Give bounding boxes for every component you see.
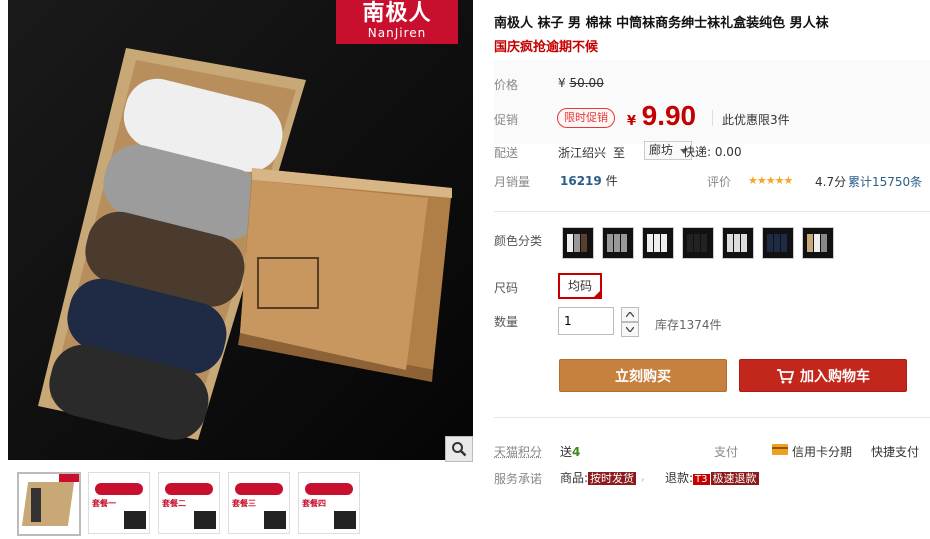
brand-logo-cn: 南极人 bbox=[362, 0, 432, 26]
on-time-delivery-badge[interactable]: 按时发货 bbox=[588, 472, 637, 485]
thumbnail-banner bbox=[95, 483, 143, 495]
add-to-cart-label: 加入购物车 bbox=[800, 368, 870, 385]
promo-price: ¥ 9.90 bbox=[627, 100, 696, 132]
color-label: 颜色分类 bbox=[494, 234, 543, 248]
original-price: ¥ 50.00 bbox=[558, 76, 604, 90]
chevron-up-icon bbox=[626, 312, 634, 317]
price-label: 价格 bbox=[494, 78, 519, 92]
cart-icon bbox=[777, 368, 794, 383]
thumbnail-2[interactable]: 套餐一 bbox=[88, 472, 150, 534]
promo-label: 促销 bbox=[494, 113, 519, 127]
thumbnail-product-shape bbox=[334, 511, 356, 529]
service-label: 服务承诺 bbox=[494, 472, 543, 486]
color-swatch-1[interactable] bbox=[562, 227, 594, 259]
thumbnail-label: 套餐二 bbox=[162, 499, 186, 508]
service-refund: 退款: T3 极速退款 bbox=[665, 469, 759, 486]
thumbnail-5[interactable]: 套餐四 bbox=[298, 472, 360, 534]
thumbnail-product-shape bbox=[194, 511, 216, 529]
monthly-sales-unit: 件 bbox=[605, 174, 618, 188]
main-product-image[interactable] bbox=[8, 0, 473, 460]
service-refund-prefix: 退款: bbox=[665, 471, 694, 485]
tmall-points-value: 4 bbox=[572, 445, 581, 459]
quantity-decrease-button[interactable] bbox=[621, 322, 639, 337]
shipping-label: 配送 bbox=[494, 146, 519, 160]
tmall-points: 送4 bbox=[560, 443, 580, 460]
buy-now-label: 立刻购买 bbox=[615, 368, 671, 385]
thumbnail-sock-shape bbox=[31, 488, 41, 522]
color-swatch-7[interactable] bbox=[802, 227, 834, 259]
thumbnail-banner bbox=[305, 483, 353, 495]
shipping-destination-value: 廊坊 bbox=[649, 143, 674, 157]
thumbnail-label: 套餐四 bbox=[302, 499, 326, 508]
thumbnail-product-shape bbox=[264, 511, 286, 529]
magnifier-icon bbox=[452, 442, 467, 457]
rating-stars-icon: ★★★★★ bbox=[748, 174, 793, 187]
monthly-sales-count: 16219 bbox=[560, 174, 602, 188]
quantity-input[interactable] bbox=[558, 307, 614, 335]
promo-limit: 此优惠限3件 bbox=[722, 113, 790, 127]
color-swatch-5[interactable] bbox=[722, 227, 754, 259]
buy-now-button[interactable]: 立刻购买 bbox=[559, 359, 727, 392]
promo-price-currency: ¥ bbox=[627, 114, 637, 129]
shipping-fee: 快递: 0.00 bbox=[683, 145, 742, 159]
fast-refund-badge[interactable]: 极速退款 bbox=[710, 472, 759, 485]
t3-badge-icon: T3 bbox=[693, 474, 710, 485]
credit-card-icon bbox=[772, 444, 788, 455]
color-swatch-6[interactable] bbox=[762, 227, 794, 259]
zoom-button[interactable] bbox=[445, 436, 473, 462]
promo-badge: 限时促销 bbox=[557, 108, 615, 128]
quantity-increase-button[interactable] bbox=[621, 307, 639, 322]
thumbnail-logo-shape bbox=[59, 474, 79, 482]
size-label: 尺码 bbox=[494, 281, 519, 295]
credit-installment[interactable]: 信用卡分期 bbox=[792, 443, 852, 460]
brand-logo-en: NanJiren bbox=[367, 26, 427, 40]
product-title: 南极人 袜子 男 棉袜 中筒袜商务绅士袜礼盒装纯色 男人袜 bbox=[494, 16, 829, 31]
price-panel bbox=[494, 60, 930, 144]
thumbnail-banner bbox=[235, 483, 283, 495]
shipping-to-word: 至 bbox=[613, 146, 626, 160]
stock-count: 库存1374件 bbox=[655, 318, 722, 332]
review-count-link[interactable]: 累计15750条 bbox=[848, 173, 922, 190]
thumbnail-label: 套餐三 bbox=[232, 499, 256, 508]
shipping-origin: 浙江绍兴 bbox=[558, 146, 607, 160]
quantity-label: 数量 bbox=[494, 315, 519, 329]
rating-label: 评价 bbox=[707, 175, 732, 189]
price-separator bbox=[712, 110, 713, 126]
monthly-sales-label: 月销量 bbox=[494, 175, 531, 189]
product-photo bbox=[8, 0, 473, 460]
promo-slogan: 国庆疯抢逾期不候 bbox=[494, 40, 599, 55]
monthly-sales: 16219 件 bbox=[560, 172, 618, 189]
payment-label: 支付 bbox=[714, 445, 739, 459]
original-price-currency: ¥ bbox=[558, 76, 566, 90]
thumbnail-4[interactable]: 套餐三 bbox=[228, 472, 290, 534]
color-swatch-2[interactable] bbox=[602, 227, 634, 259]
service-goods-prefix: 商品: bbox=[560, 471, 589, 485]
selected-check-icon bbox=[592, 289, 602, 299]
size-option-selected[interactable]: 均码 bbox=[558, 273, 602, 299]
promo-price-value: 9.90 bbox=[641, 100, 697, 131]
divider bbox=[494, 211, 930, 212]
service-goods: 商品: 按时发货 bbox=[560, 469, 637, 486]
rating-score: 4.7分 bbox=[815, 175, 847, 189]
color-swatch-4[interactable] bbox=[682, 227, 714, 259]
thumbnail-banner bbox=[165, 483, 213, 495]
chevron-down-icon bbox=[626, 327, 634, 332]
quick-pay[interactable]: 快捷支付 bbox=[871, 443, 919, 460]
size-option-label: 均码 bbox=[567, 279, 592, 293]
divider bbox=[494, 417, 930, 418]
tmall-points-prefix: 送 bbox=[560, 445, 573, 459]
add-to-cart-button[interactable]: 加入购物车 bbox=[739, 359, 907, 392]
thumbnail-product-shape bbox=[124, 511, 146, 529]
thumbnail-box-shape bbox=[21, 482, 75, 526]
dot-separator: , bbox=[641, 469, 645, 483]
original-price-value: 50.00 bbox=[569, 76, 604, 90]
thumbnail-1[interactable] bbox=[17, 472, 81, 536]
thumbnail-label: 套餐一 bbox=[92, 499, 116, 508]
brand-logo: 南极人 NanJiren bbox=[336, 0, 458, 44]
color-swatch-3[interactable] bbox=[642, 227, 674, 259]
thumbnail-3[interactable]: 套餐二 bbox=[158, 472, 220, 534]
tmall-points-label[interactable]: 天猫积分 bbox=[494, 443, 542, 460]
